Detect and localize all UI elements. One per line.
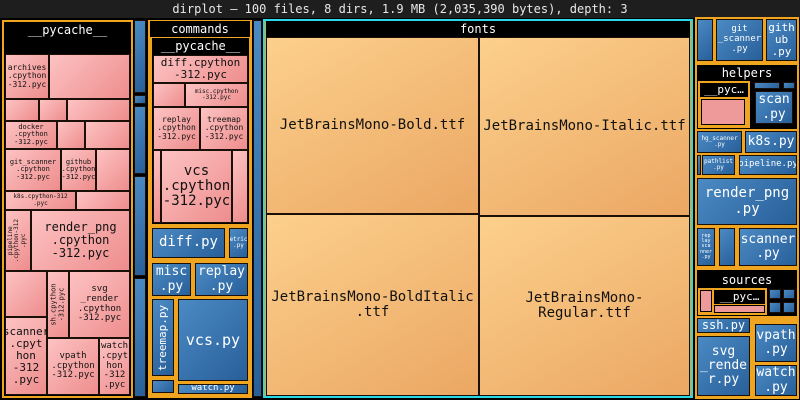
file-pyc-tile[interactable] — [232, 150, 248, 223]
file-sh-pyc-label: sh.cpython -312.pyc — [49, 283, 65, 326]
file-metrics-py[interactable]: metrics .py — [229, 228, 248, 258]
file-vpath-py[interactable]: vpath .py — [755, 324, 797, 362]
file-vpath-pyc[interactable]: vpath .cpython -312.pyc — [47, 338, 99, 395]
file-replay-scanner-py[interactable]: rep lay sca nner .py — [697, 228, 715, 266]
file-misc-py[interactable]: misc .py — [152, 263, 191, 296]
file-py-tile[interactable] — [769, 302, 781, 313]
dir-commands-label: commands — [150, 21, 250, 37]
file-pyc-tile[interactable] — [153, 83, 185, 107]
file-jetbrainsmono-bolditalic-ttf[interactable]: JetBrainsMono-BoldItalic .ttf — [266, 214, 479, 396]
dir-pycache-label: __pycache__ — [4, 22, 131, 38]
window-title: dirplot — 100 files, 8 dirs, 1.9 MB (2,0… — [0, 0, 800, 18]
file-watch-py[interactable]: watch.py — [178, 384, 248, 394]
file-pyc-tile[interactable] — [49, 54, 130, 99]
file-pyc-tile[interactable] — [153, 150, 161, 223]
file-pyc-tile[interactable] — [714, 305, 765, 313]
file-replay-pyc[interactable]: replay .cpython -312.pyc — [153, 107, 200, 150]
file-py-tile[interactable] — [754, 82, 780, 89]
file-scanner-py[interactable]: scanner .py — [739, 228, 797, 266]
file-k8s-pyc[interactable]: k8s.cpython-312 .pyc — [5, 191, 76, 210]
file-watch-py-right[interactable]: watch .py — [755, 365, 797, 396]
dir-helpers-pycache-label: __pyc… — [700, 83, 748, 97]
file-render-png-pyc[interactable]: render_png .cpython -312.pyc — [31, 210, 130, 271]
file-github-py[interactable]: gith ub .py — [766, 19, 797, 61]
file-docker-pyc[interactable]: docker .cpython -312.pyc — [5, 121, 57, 149]
file-sh-pyc[interactable]: sh.cpython -312.pyc — [47, 271, 69, 338]
file-pipeline-pyc-label: pipeline .cpython-312 .pyc — [7, 218, 28, 263]
file-py-tile[interactable] — [719, 228, 735, 266]
file-misc-pyc[interactable]: misc.cpython -312.pyc — [185, 83, 248, 107]
file-py-tile[interactable] — [769, 289, 781, 299]
file-jetbrainsmono-regular-ttf[interactable]: JetBrainsMono-Regular.ttf — [479, 216, 690, 396]
file-pyc-tile[interactable] — [700, 290, 712, 312]
file-svg-render-py[interactable]: svg _rende r.py — [697, 336, 750, 396]
file-vcs-pyc[interactable]: vcs .cpython -312.pyc — [161, 150, 232, 223]
dir-sources-pycache-label: __pyc… — [714, 290, 765, 304]
file-treemap-py[interactable]: treemap.py — [152, 299, 174, 376]
file-py-tile[interactable] — [783, 302, 795, 313]
dir-fonts-label: fonts — [266, 21, 690, 37]
file-py-tile[interactable] — [134, 106, 146, 174]
file-treemap-pyc[interactable]: treemap .cpython -312.pyc — [200, 107, 248, 150]
file-diff-py[interactable]: diff.py — [152, 228, 225, 258]
file-hg-scanner-py[interactable]: hg_scanner .py — [697, 131, 742, 153]
file-py-tile[interactable] — [253, 20, 262, 397]
file-pyc-tile[interactable] — [76, 191, 130, 210]
file-py-tile[interactable] — [152, 380, 174, 393]
file-jetbrainsmono-italic-ttf[interactable]: JetBrainsMono-Italic.ttf — [479, 37, 690, 216]
file-pyc-tile[interactable] — [39, 99, 67, 121]
file-render-png-py[interactable]: render_png .py — [697, 178, 797, 225]
file-scanner-pyc[interactable]: scanner .cpyt hon -312 .pyc — [5, 317, 47, 395]
file-pipeline-py[interactable]: pipeline.py — [739, 155, 797, 175]
file-git-scanner-py[interactable]: git _scanner .py — [716, 19, 763, 61]
file-pyc-tile[interactable] — [67, 99, 130, 121]
file-pathlist-py[interactable]: pathlist .py — [702, 155, 735, 175]
file-pyc-tile[interactable] — [57, 121, 85, 149]
file-pyc-tile[interactable] — [85, 121, 130, 149]
file-py-tile[interactable] — [783, 289, 795, 299]
file-vcs-py[interactable]: vcs.py — [178, 299, 248, 381]
file-py-tile[interactable] — [697, 155, 701, 175]
file-jetbrainsmono-bold-ttf[interactable]: JetBrainsMono-Bold.ttf — [266, 37, 479, 214]
file-k8s-py[interactable]: k8s.py — [745, 131, 797, 153]
file-archives-pyc[interactable]: archives .cpython -312.pyc — [5, 54, 49, 99]
file-pyc-tile[interactable] — [5, 271, 47, 317]
file-pyc-tile[interactable] — [5, 99, 39, 121]
file-github-pyc[interactable]: github .cpython -312.pyc — [61, 149, 96, 191]
file-svg-render-pyc[interactable]: svg _render .cpython -312.pyc — [69, 271, 130, 338]
file-py-tile[interactable] — [134, 278, 146, 397]
file-pipeline-pyc[interactable]: pipeline .cpython-312 .pyc — [5, 210, 31, 271]
file-diff-pyc[interactable]: diff.cpython -312.pyc — [153, 55, 248, 83]
file-replay-py[interactable]: replay .py — [195, 263, 248, 296]
file-scan-py[interactable]: scan .py — [755, 91, 793, 124]
file-py-tile[interactable] — [134, 20, 146, 93]
file-ssh-py[interactable]: ssh.py — [697, 318, 750, 333]
file-git-scanner-pyc[interactable]: git_scanner .cpython -312.pyc — [5, 149, 61, 191]
file-treemap-py-label: treemap.py — [156, 304, 170, 371]
dir-sources-label: sources — [697, 272, 797, 288]
file-pyc-tile[interactable] — [701, 99, 745, 125]
file-py-tile[interactable] — [134, 95, 146, 104]
file-py-tile[interactable] — [783, 82, 795, 89]
dir-helpers-label: helpers — [697, 65, 797, 81]
file-py-tile[interactable] — [134, 176, 146, 276]
file-py-tile[interactable] — [697, 19, 713, 61]
file-pyc-tile[interactable] — [96, 149, 130, 191]
file-watch-pyc[interactable]: watch .cpyt hon -312 .pyc — [99, 338, 130, 395]
dir-commands-pycache-label: __pycache__ — [152, 38, 249, 54]
